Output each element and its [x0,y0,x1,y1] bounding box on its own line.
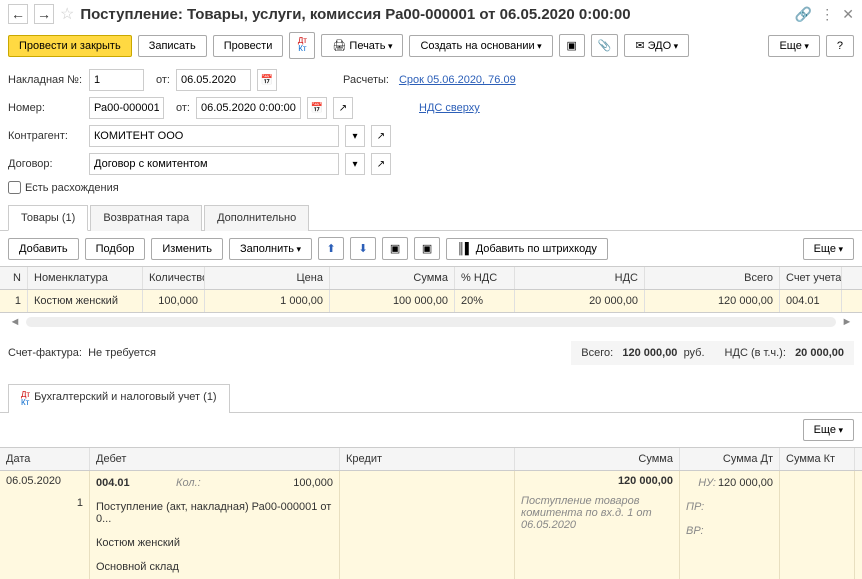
scroll-right[interactable]: ► [840,315,854,329]
grid-more-button[interactable]: Еще [803,238,854,260]
menu-icon[interactable]: ⋮ [820,6,834,23]
write-button[interactable]: Записать [138,35,207,57]
number-date-input[interactable] [196,97,301,119]
counterparty-input[interactable] [89,125,339,147]
scroll-left[interactable]: ◄ [8,315,22,329]
dtkt-button[interactable]: ДтКт [289,32,315,59]
tab-accounting[interactable]: ДтКт Бухгалтерский и налоговый учет (1) [8,384,230,413]
paste-button[interactable]: ▣ [414,237,440,260]
calendar-icon[interactable]: 📅 [307,97,327,119]
files-button[interactable]: ▣ [559,34,585,57]
copy-button[interactable]: ▣ [382,237,408,260]
nav-back[interactable]: ← [8,4,28,24]
external-icon[interactable]: ↗ [333,97,353,119]
contract-label: Договор: [8,158,83,170]
dropdown-icon[interactable]: ▾ [345,125,365,147]
invoice-date-input[interactable] [176,69,251,91]
change-button[interactable]: Изменить [151,238,223,260]
tab-additional[interactable]: Дополнительно [204,205,309,231]
dropdown-icon[interactable]: ▾ [345,153,365,175]
print-button[interactable]: 🖨 Печать [321,34,403,57]
down-button[interactable]: ⬇ [350,237,376,260]
scrollbar[interactable] [26,317,836,327]
create-based-button[interactable]: Создать на основании [409,35,552,57]
add-button[interactable]: Добавить [8,238,79,260]
more-button[interactable]: Еще [768,35,819,57]
save-close-button[interactable]: Провести и закрыть [8,35,132,57]
sf-value: Не требуется [88,347,156,359]
favorite-star[interactable]: ☆ [60,4,74,24]
select-button[interactable]: Подбор [85,238,146,260]
nav-forward[interactable]: → [34,4,54,24]
sf-label: Счет-фактура: [8,347,82,359]
help-button[interactable]: ? [826,35,854,57]
link-icon[interactable]: 🔗 [795,6,812,23]
open-icon[interactable]: ↗ [371,125,391,147]
fill-button[interactable]: Заполнить [229,238,312,260]
number-input[interactable] [89,97,164,119]
calc-link[interactable]: Срок 05.06.2020, 76.09 [399,74,516,86]
discrepancies-label: Есть расхождения [25,182,119,194]
contract-input[interactable] [89,153,339,175]
discrepancies-checkbox[interactable] [8,181,21,194]
counterparty-label: Контрагент: [8,130,83,142]
acc-grid-header: Дата Дебет Кредит Сумма Сумма Дт Сумма К… [0,448,862,471]
vat-link[interactable]: НДС сверху [419,102,480,114]
table-row[interactable]: 1 Костюм женский 100,000 1 000,00 100 00… [0,290,862,312]
tab-returnable[interactable]: Возвратная тара [90,205,202,231]
grid-header: N Номенклатура Количество Цена Сумма % Н… [0,267,862,290]
open-icon[interactable]: ↗ [371,153,391,175]
invoice-num-label: Накладная №: [8,74,83,86]
acc-row[interactable]: 06.05.2020 1 004.01Кол.:100,000 Поступле… [0,471,862,579]
barcode-button[interactable]: ║▌ Добавить по штрихкоду [446,238,608,260]
calendar-icon[interactable]: 📅 [257,69,277,91]
up-button[interactable]: ⬆ [318,237,344,260]
page-title: Поступление: Товары, услуги, комиссия Ра… [80,6,788,23]
tab-goods[interactable]: Товары (1) [8,205,88,231]
edo-button[interactable]: ✉ ЭДО [624,34,689,57]
attach-button[interactable]: 📎 [591,34,619,57]
invoice-num-input[interactable] [89,69,144,91]
number-label: Номер: [8,102,83,114]
post-button[interactable]: Провести [213,35,284,57]
acc-more-button[interactable]: Еще [803,419,854,441]
calc-label: Расчеты: [343,74,389,86]
close-icon[interactable]: ✕ [842,6,854,23]
